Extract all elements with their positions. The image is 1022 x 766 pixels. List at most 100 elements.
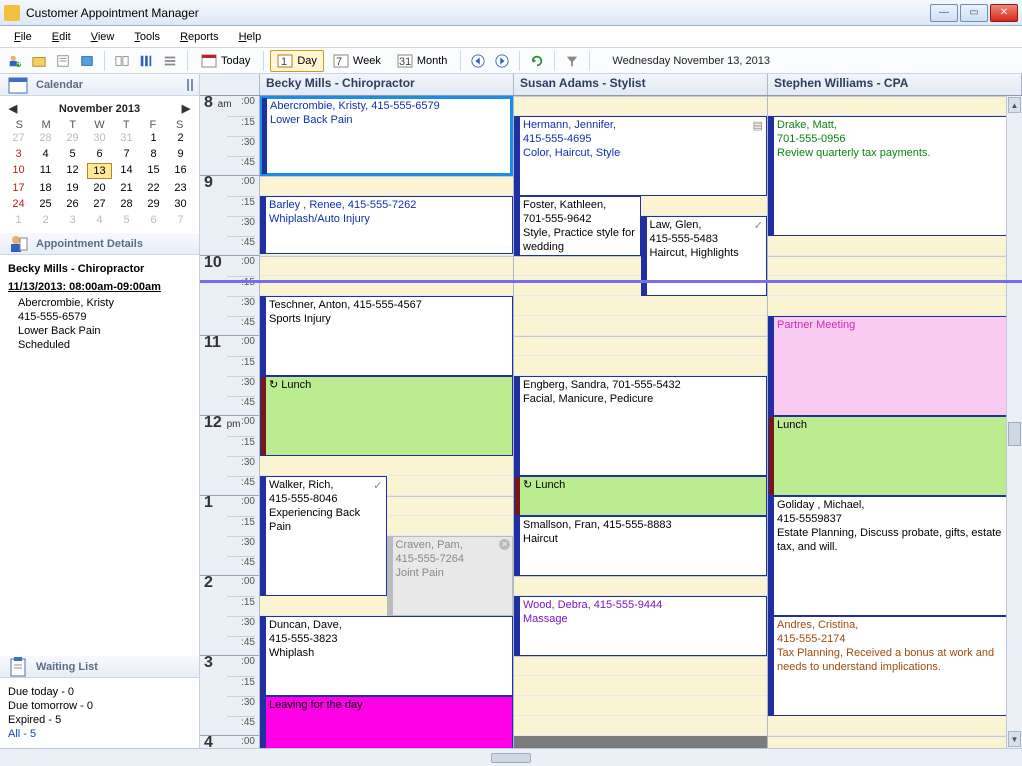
waiting-all-link[interactable]: All - 5 xyxy=(8,728,191,740)
minical-day[interactable]: 20 xyxy=(87,181,112,195)
appointment-p0[interactable]: Drake, Matt,701-555-0956Review quarterly… xyxy=(768,116,1021,236)
minical-day[interactable]: 29 xyxy=(141,197,166,211)
column-header-2[interactable]: Stephen Williams - CPA xyxy=(768,74,1022,95)
minical-day[interactable]: 27 xyxy=(87,197,112,211)
appt-details-header[interactable]: Appointment Details xyxy=(0,233,199,255)
appointment-s4[interactable]: ↻ Lunch xyxy=(514,476,767,516)
menu-reports[interactable]: Reports xyxy=(172,29,227,45)
minical-day[interactable]: 22 xyxy=(141,181,166,195)
tool-day[interactable]: 1 Day xyxy=(270,50,324,72)
appointment-p1[interactable]: Partner Meeting xyxy=(768,316,1021,416)
minical-day[interactable]: 10 xyxy=(6,163,31,179)
appointment-p4[interactable]: Andres, Cristina,415-555-2174Tax Plannin… xyxy=(768,616,1021,716)
minical-day[interactable]: 4 xyxy=(33,147,58,161)
appointment-b2[interactable]: Teschner, Anton, 415-555-4567Sports Inju… xyxy=(260,296,513,376)
minical-day[interactable]: 21 xyxy=(114,181,139,195)
minical-day[interactable]: 19 xyxy=(60,181,85,195)
minical-day[interactable]: 11 xyxy=(33,163,58,179)
minical-day[interactable]: 25 xyxy=(33,197,58,211)
tool-contacts-icon[interactable] xyxy=(76,50,98,72)
menu-help[interactable]: Help xyxy=(231,29,270,45)
menu-tools[interactable]: Tools xyxy=(126,29,168,45)
scroll-down-icon[interactable]: ▼ xyxy=(1008,731,1021,747)
minimize-button[interactable]: — xyxy=(930,4,958,22)
tool-open-icon[interactable] xyxy=(28,50,50,72)
minical-day[interactable]: 30 xyxy=(87,131,112,145)
minical-day[interactable]: 3 xyxy=(6,147,31,161)
tool-note-icon[interactable] xyxy=(52,50,74,72)
scroll-up-icon[interactable]: ▲ xyxy=(1008,97,1021,113)
appointment-s6[interactable]: Wood, Debra, 415-555-9444Massage xyxy=(514,596,767,656)
minical-day[interactable]: 2 xyxy=(33,213,58,227)
minical-day[interactable]: 12 xyxy=(60,163,85,179)
minical-day[interactable]: 28 xyxy=(114,197,139,211)
minical-day[interactable]: 15 xyxy=(141,163,166,179)
close-icon[interactable]: × xyxy=(499,539,510,550)
appointment-b5[interactable]: Craven, Pam,415-555-7264Joint Pain× xyxy=(387,536,514,616)
minical-day[interactable]: 6 xyxy=(87,147,112,161)
minical-day[interactable]: 1 xyxy=(6,213,31,227)
minical-day[interactable]: 14 xyxy=(114,163,139,179)
minical-next[interactable]: ▶ xyxy=(179,102,193,115)
maximize-button[interactable]: ▭ xyxy=(960,4,988,22)
bottom-scrollbar[interactable] xyxy=(0,748,1022,766)
appointment-s1[interactable]: Foster, Kathleen,701-555-9642Style, Prac… xyxy=(514,196,641,256)
minical-day[interactable]: 28 xyxy=(33,131,58,145)
tool-refresh-icon[interactable] xyxy=(526,50,548,72)
minical-day[interactable]: 7 xyxy=(168,213,193,227)
minical-day[interactable]: 30 xyxy=(168,197,193,211)
tool-new-person-icon[interactable]: + xyxy=(4,50,26,72)
tool-list-icon[interactable] xyxy=(159,50,181,72)
minical-day[interactable]: 31 xyxy=(114,131,139,145)
minical-day[interactable]: 1 xyxy=(141,131,166,145)
column-header-0[interactable]: Becky Mills - Chiropractor xyxy=(260,74,514,95)
close-button[interactable]: ✕ xyxy=(990,4,1018,22)
minical-day[interactable]: 26 xyxy=(60,197,85,211)
tool-filter-icon[interactable] xyxy=(561,50,583,72)
calendar-panel-header[interactable]: Calendar xyxy=(0,74,199,96)
appointment-s5[interactable]: Smallson, Fran, 415-555-8883Haircut xyxy=(514,516,767,576)
appointment-b7[interactable]: Leaving for the day xyxy=(260,696,513,748)
appointment-b0[interactable]: Abercrombie, Kristy, 415-555-6579Lower B… xyxy=(260,96,513,176)
tool-columns-icon[interactable] xyxy=(135,50,157,72)
appointment-s0[interactable]: Hermann, Jennifer,415-555-4695Color, Hai… xyxy=(514,116,767,196)
minical-day[interactable]: 17 xyxy=(6,181,31,195)
minical-day[interactable]: 13 xyxy=(87,163,112,179)
minical-day[interactable]: 7 xyxy=(114,147,139,161)
tool-next-icon[interactable] xyxy=(491,50,513,72)
minical-day[interactable]: 18 xyxy=(33,181,58,195)
menu-edit[interactable]: Edit xyxy=(44,29,79,45)
appointment-p3[interactable]: Goliday , Michael,415-5559837Estate Plan… xyxy=(768,496,1021,616)
appointment-b1[interactable]: Barley , Renee, 415-555-7262Whiplash/Aut… xyxy=(260,196,513,254)
appointment-s3[interactable]: Engberg, Sandra, 701-555-5432Facial, Man… xyxy=(514,376,767,476)
schedule-col-stephen[interactable]: Drake, Matt,701-555-0956Review quarterly… xyxy=(768,96,1022,748)
appointment-b3[interactable]: ↻ Lunch xyxy=(260,376,513,456)
menu-view[interactable]: View xyxy=(83,29,123,45)
minical-day[interactable]: 2 xyxy=(168,131,193,145)
tool-today[interactable]: Today xyxy=(194,50,257,72)
appointment-b4[interactable]: Walker, Rich,415-555-8046Experiencing Ba… xyxy=(260,476,387,596)
waiting-list-header[interactable]: Waiting List xyxy=(0,656,199,678)
minical-day[interactable]: 29 xyxy=(60,131,85,145)
scroll-thumb[interactable] xyxy=(1008,422,1021,446)
minical-prev[interactable]: ◀ xyxy=(6,102,20,115)
schedule-col-susan[interactable]: Hermann, Jennifer,415-555-4695Color, Hai… xyxy=(514,96,768,748)
minical-day[interactable]: 9 xyxy=(168,147,193,161)
column-header-1[interactable]: Susan Adams - Stylist xyxy=(514,74,768,95)
tool-prev-icon[interactable] xyxy=(467,50,489,72)
tool-month[interactable]: 31 Month xyxy=(390,50,455,72)
minical-day[interactable]: 5 xyxy=(114,213,139,227)
minical-day[interactable]: 23 xyxy=(168,181,193,195)
appointment-p2[interactable]: Lunch xyxy=(768,416,1021,496)
appointment-b6[interactable]: Duncan, Dave,415-555-3823Whiplash xyxy=(260,616,513,696)
appointment-s2[interactable]: Law, Glen,415-555-5483Haircut, Highlight… xyxy=(641,216,768,296)
minical-day[interactable]: 4 xyxy=(87,213,112,227)
menu-file[interactable]: File xyxy=(6,29,40,45)
hscroll-thumb[interactable] xyxy=(491,753,531,763)
minical-day[interactable]: 5 xyxy=(60,147,85,161)
vertical-scrollbar[interactable]: ▲ ▼ xyxy=(1006,96,1022,748)
tool-multi-icon[interactable] xyxy=(111,50,133,72)
minical-day[interactable]: 27 xyxy=(6,131,31,145)
minical-day[interactable]: 24 xyxy=(6,197,31,211)
minical-day[interactable]: 3 xyxy=(60,213,85,227)
